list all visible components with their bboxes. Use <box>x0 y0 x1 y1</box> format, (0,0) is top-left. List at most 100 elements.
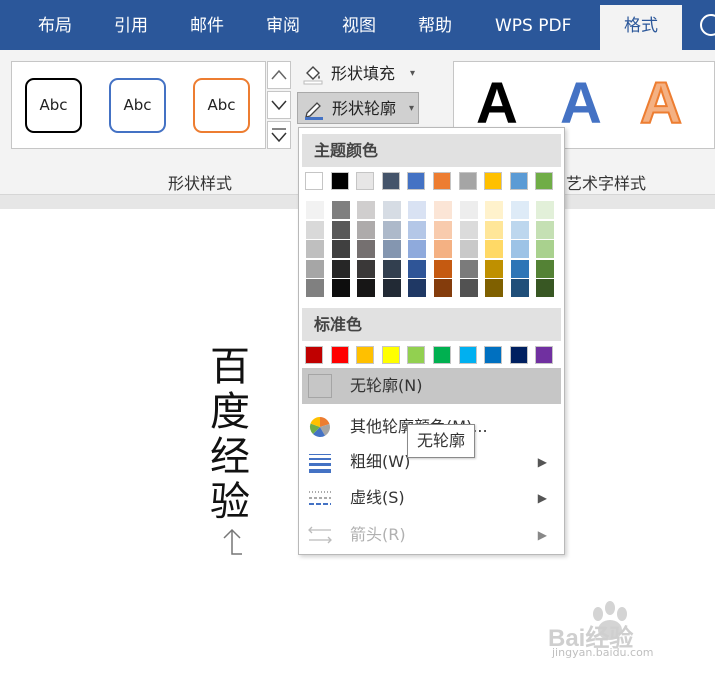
tab-view[interactable]: 视图 <box>342 0 376 50</box>
theme-shade-swatch[interactable] <box>459 240 478 259</box>
theme-shade-swatch[interactable] <box>382 240 401 259</box>
theme-shade-swatch[interactable] <box>434 279 452 298</box>
tab-help[interactable]: 帮助 <box>418 0 452 50</box>
shape-style-swatch[interactable]: Abc <box>109 78 166 133</box>
vertical-text-box[interactable]: 百 度 经 验 <box>205 345 255 525</box>
theme-shade-swatch[interactable] <box>306 201 324 219</box>
caret-down-icon: ▾ <box>409 68 415 79</box>
standard-color-swatch[interactable] <box>535 346 554 364</box>
dashes-label: 虚线(S) <box>350 488 405 507</box>
theme-color-swatch[interactable] <box>509 172 528 190</box>
theme-color-swatch[interactable] <box>484 172 503 190</box>
theme-color-swatch[interactable] <box>535 172 554 190</box>
theme-color-swatch[interactable] <box>330 172 349 190</box>
standard-color-swatch[interactable] <box>407 346 426 364</box>
theme-shade-swatch[interactable] <box>357 201 376 219</box>
gallery-more-button[interactable] <box>267 121 291 149</box>
standard-color-swatch[interactable] <box>381 346 400 364</box>
theme-shade-swatch[interactable] <box>382 220 401 239</box>
paragraph-mark-icon <box>223 528 242 555</box>
theme-shade-swatch[interactable] <box>408 240 427 259</box>
tab-format[interactable]: 格式 <box>600 5 682 50</box>
standard-color-swatch[interactable] <box>484 346 503 364</box>
theme-shade-swatch[interactable] <box>536 240 555 259</box>
theme-shade-swatch[interactable] <box>331 220 350 239</box>
theme-shade-swatch[interactable] <box>536 220 555 239</box>
standard-color-swatch[interactable] <box>509 346 528 364</box>
submenu-arrow-icon: ▶ <box>537 528 547 542</box>
theme-shade-swatch[interactable] <box>408 259 427 278</box>
theme-color-swatch[interactable] <box>381 172 400 190</box>
shape-fill-button[interactable]: 形状填充 ▾ <box>297 58 419 90</box>
theme-shade-swatch[interactable] <box>536 201 555 219</box>
theme-shade-swatch[interactable] <box>510 201 529 219</box>
tab-review[interactable]: 审阅 <box>266 0 300 50</box>
theme-shade-swatch[interactable] <box>434 201 452 219</box>
lightbulb-icon[interactable] <box>700 14 715 36</box>
theme-shade-swatch[interactable] <box>357 259 376 278</box>
shape-style-swatch[interactable]: Abc <box>25 78 82 133</box>
theme-color-swatch[interactable] <box>356 172 375 190</box>
standard-color-swatch[interactable] <box>330 346 349 364</box>
shape-outline-label: 形状轮廓 <box>332 99 397 118</box>
theme-color-swatch[interactable] <box>433 172 451 190</box>
theme-shade-swatch[interactable] <box>408 279 427 298</box>
theme-color-swatch[interactable] <box>458 172 477 190</box>
wordart-style[interactable]: A <box>560 64 602 144</box>
theme-shade-swatch[interactable] <box>357 240 376 259</box>
theme-shade-swatch[interactable] <box>485 240 504 259</box>
theme-shade-swatch[interactable] <box>485 201 504 219</box>
theme-color-swatch[interactable] <box>305 172 323 190</box>
gallery-scroll-down-button[interactable] <box>267 91 291 119</box>
theme-shade-swatch[interactable] <box>331 240 350 259</box>
theme-shade-swatch[interactable] <box>434 259 452 278</box>
theme-shade-swatch[interactable] <box>510 259 529 278</box>
theme-color-swatch[interactable] <box>407 172 426 190</box>
theme-shade-swatch[interactable] <box>306 240 324 259</box>
theme-shade-swatch[interactable] <box>434 220 452 239</box>
theme-shade-swatch[interactable] <box>459 259 478 278</box>
doc-char: 验 <box>210 479 250 525</box>
tab-wps-pdf[interactable]: WPS PDF <box>495 0 571 50</box>
tab-layout[interactable]: 布局 <box>38 0 72 50</box>
theme-shade-swatch[interactable] <box>408 220 427 239</box>
gallery-scroll-up-button[interactable] <box>267 61 291 89</box>
theme-shade-swatch[interactable] <box>306 220 324 239</box>
standard-color-swatch[interactable] <box>305 346 323 364</box>
arrows-item[interactable]: 箭头(R) ▶ <box>302 517 561 553</box>
theme-shade-swatch[interactable] <box>331 259 350 278</box>
theme-shade-swatch[interactable] <box>434 240 452 259</box>
theme-shade-swatch[interactable] <box>536 259 555 278</box>
theme-shade-swatch[interactable] <box>382 279 401 298</box>
theme-shade-swatch[interactable] <box>306 259 324 278</box>
theme-shade-swatch[interactable] <box>510 240 529 259</box>
tab-mailings[interactable]: 邮件 <box>190 0 224 50</box>
theme-shade-swatch[interactable] <box>536 279 555 298</box>
watermark-url: jingyan.baidu.com <box>552 646 654 659</box>
theme-shade-swatch[interactable] <box>510 279 529 298</box>
theme-shade-swatch[interactable] <box>331 279 350 298</box>
theme-shade-swatch[interactable] <box>459 220 478 239</box>
standard-color-swatch[interactable] <box>356 346 375 364</box>
theme-shade-swatch[interactable] <box>485 279 504 298</box>
wordart-style[interactable]: A <box>639 64 683 144</box>
theme-shade-swatch[interactable] <box>459 201 478 219</box>
dashes-item[interactable]: 虚线(S) ▶ <box>302 480 561 516</box>
theme-shade-swatch[interactable] <box>485 259 504 278</box>
tab-references[interactable]: 引用 <box>114 0 148 50</box>
shape-outline-button[interactable]: 形状轮廓 ▾ <box>297 92 419 124</box>
standard-color-swatch[interactable] <box>458 346 477 364</box>
theme-shade-swatch[interactable] <box>331 201 350 219</box>
theme-shade-swatch[interactable] <box>510 220 529 239</box>
theme-shade-swatch[interactable] <box>357 220 376 239</box>
theme-shade-swatch[interactable] <box>382 201 401 219</box>
theme-shade-swatch[interactable] <box>382 259 401 278</box>
theme-shade-swatch[interactable] <box>306 279 324 298</box>
theme-shade-swatch[interactable] <box>459 279 478 298</box>
theme-shade-swatch[interactable] <box>485 220 504 239</box>
no-outline-item[interactable]: 无轮廓(N) <box>302 368 561 404</box>
theme-shade-swatch[interactable] <box>408 201 427 219</box>
theme-shade-swatch[interactable] <box>357 279 376 298</box>
standard-color-swatch[interactable] <box>433 346 451 364</box>
shape-style-swatch[interactable]: Abc <box>193 78 250 133</box>
